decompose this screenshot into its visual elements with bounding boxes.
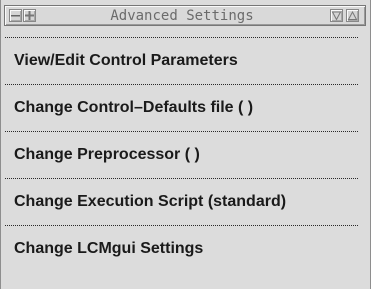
- minimize-triangle-icon[interactable]: [330, 9, 343, 22]
- maximize-triangle-icon[interactable]: [346, 9, 359, 22]
- title-bar[interactable]: Advanced Settings: [4, 5, 366, 26]
- menu-item-view-edit-control-parameters[interactable]: View/Edit Control Parameters: [1, 38, 370, 84]
- pin-icon[interactable]: [23, 9, 36, 22]
- window-title: Advanced Settings: [110, 8, 254, 24]
- menu-item-change-execution-script[interactable]: Change Execution Script (standard): [1, 179, 370, 225]
- menu-item-change-control-defaults-file[interactable]: Change Control–Defaults file ( ): [1, 85, 370, 131]
- settings-menu: View/Edit Control Parameters Change Cont…: [1, 37, 370, 272]
- window-menu-icon[interactable]: [9, 9, 22, 22]
- window-edge: [371, 0, 377, 289]
- advanced-settings-window: Advanced Settings View/Edit Control Para…: [0, 0, 371, 289]
- menu-item-change-lcmgui-settings[interactable]: Change LCMgui Settings: [1, 226, 370, 272]
- menu-item-change-preprocessor[interactable]: Change Preprocessor ( ): [1, 132, 370, 178]
